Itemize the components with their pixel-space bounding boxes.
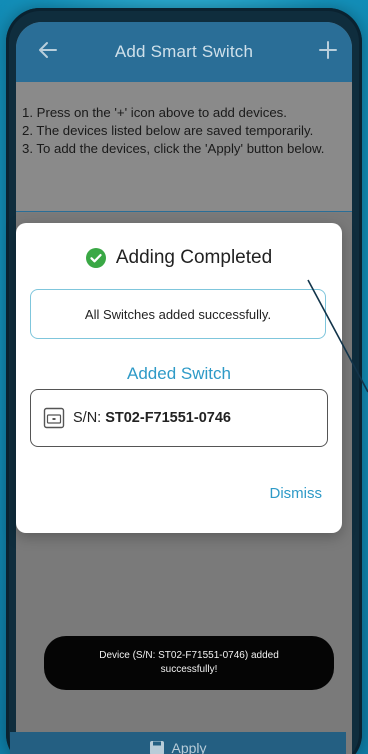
plus-icon[interactable] xyxy=(316,38,340,62)
check-circle-icon xyxy=(85,248,106,268)
success-message: All Switches added successfully. xyxy=(84,306,272,322)
success-message-box: All Switches added successfully. xyxy=(30,289,326,339)
instructions-panel: 1. Press on the '+' icon above to add de… xyxy=(16,82,352,212)
serial-number-value: ST02-F71551-0746 xyxy=(105,410,231,426)
instruction-line-2: 2. The devices listed below are saved te… xyxy=(22,123,314,138)
instruction-line-3: 3. To add the devices, click the 'Apply'… xyxy=(22,141,325,156)
switch-device-icon xyxy=(43,407,65,429)
arrow-left-icon[interactable] xyxy=(36,38,60,62)
stage-background: Add Smart Switch 1. Press on the '+' ico… xyxy=(0,0,368,754)
dialog-title-text: Adding Completed xyxy=(115,247,273,268)
added-switch-row: S/N: ST02-F71551-0746 xyxy=(30,389,328,447)
toast-message: Device (S/N: ST02-F71551-0746) added suc… xyxy=(99,650,279,675)
apply-label: Apply xyxy=(171,740,207,754)
toast-notification: Device (S/N: ST02-F71551-0746) added suc… xyxy=(44,636,334,690)
save-icon xyxy=(150,741,165,754)
instruction-line-1: 1. Press on the '+' icon above to add de… xyxy=(22,105,287,120)
serial-number-label: S/N: xyxy=(73,410,102,426)
app-bar: Add Smart Switch xyxy=(16,22,352,82)
dialog-title: Adding Completed xyxy=(16,247,342,269)
page-title: Add Smart Switch xyxy=(114,42,254,61)
dismiss-button[interactable]: Dismiss xyxy=(270,485,323,502)
adding-completed-dialog: Adding Completed All Switches added succ… xyxy=(16,223,342,533)
added-switch-label: Added Switch xyxy=(127,364,231,383)
apply-button[interactable]: Apply xyxy=(10,732,346,754)
